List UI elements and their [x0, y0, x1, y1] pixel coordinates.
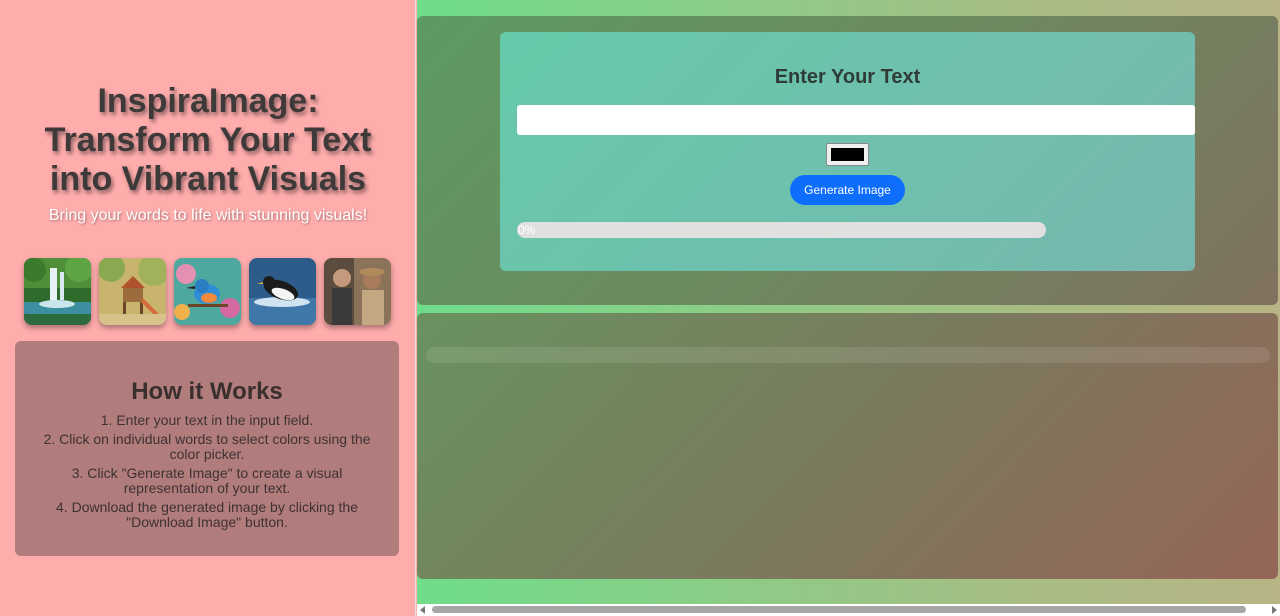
step-item: 4. Download the generated image by click… [56, 499, 358, 530]
generate-image-button[interactable]: Generate Image [790, 175, 905, 205]
how-it-works-section: How it Works 1. Enter your text in the i… [15, 341, 399, 556]
step-item: 3. Click "Generate Image" to create a vi… [71, 465, 343, 496]
waterfall-image [24, 258, 91, 325]
progress-bar: 0% [517, 222, 1046, 238]
title-line-2: Transform Your Text [44, 121, 372, 159]
page-subtitle: Bring your words to life with stunning v… [48, 207, 368, 224]
input-card: Enter Your Text Generate Image 0% [500, 32, 1195, 271]
scrollbar-thumb[interactable] [432, 606, 1246, 613]
playground-image [99, 258, 166, 325]
step-item: 2. Click on individual words to select c… [43, 431, 371, 462]
output-progress-track [426, 347, 1270, 363]
color-picker[interactable] [826, 143, 869, 166]
left-panel: InspiraImage: Transform Your Text into V… [0, 0, 416, 616]
scroll-left-arrow-icon[interactable] [420, 606, 425, 614]
page-title: InspiraImage: Transform Your Text into V… [0, 82, 416, 199]
scroll-right-arrow-icon[interactable] [1272, 606, 1277, 614]
step-item: 1. Enter your text in the input field. [100, 412, 314, 428]
people-painting-image [324, 258, 391, 325]
how-it-works-title: How it Works [131, 378, 283, 405]
horizontal-scrollbar[interactable] [417, 604, 1280, 616]
input-panel: Enter Your Text Generate Image 0% [417, 16, 1278, 305]
title-line-3: into Vibrant Visuals [49, 160, 367, 198]
thumbnail-gallery [24, 258, 394, 325]
how-it-works-steps: 1. Enter your text in the input field. 2… [15, 413, 399, 530]
input-card-title: Enter Your Text [774, 66, 921, 88]
kingfisher-bird-image [174, 258, 241, 325]
title-line-1: InspiraImage: [97, 82, 319, 120]
text-input[interactable] [517, 105, 1195, 135]
penguin-image [249, 258, 316, 325]
color-swatch [831, 148, 864, 161]
progress-label: 0% [518, 223, 536, 237]
output-panel [417, 313, 1278, 579]
right-area: Enter Your Text Generate Image 0% [417, 0, 1280, 604]
